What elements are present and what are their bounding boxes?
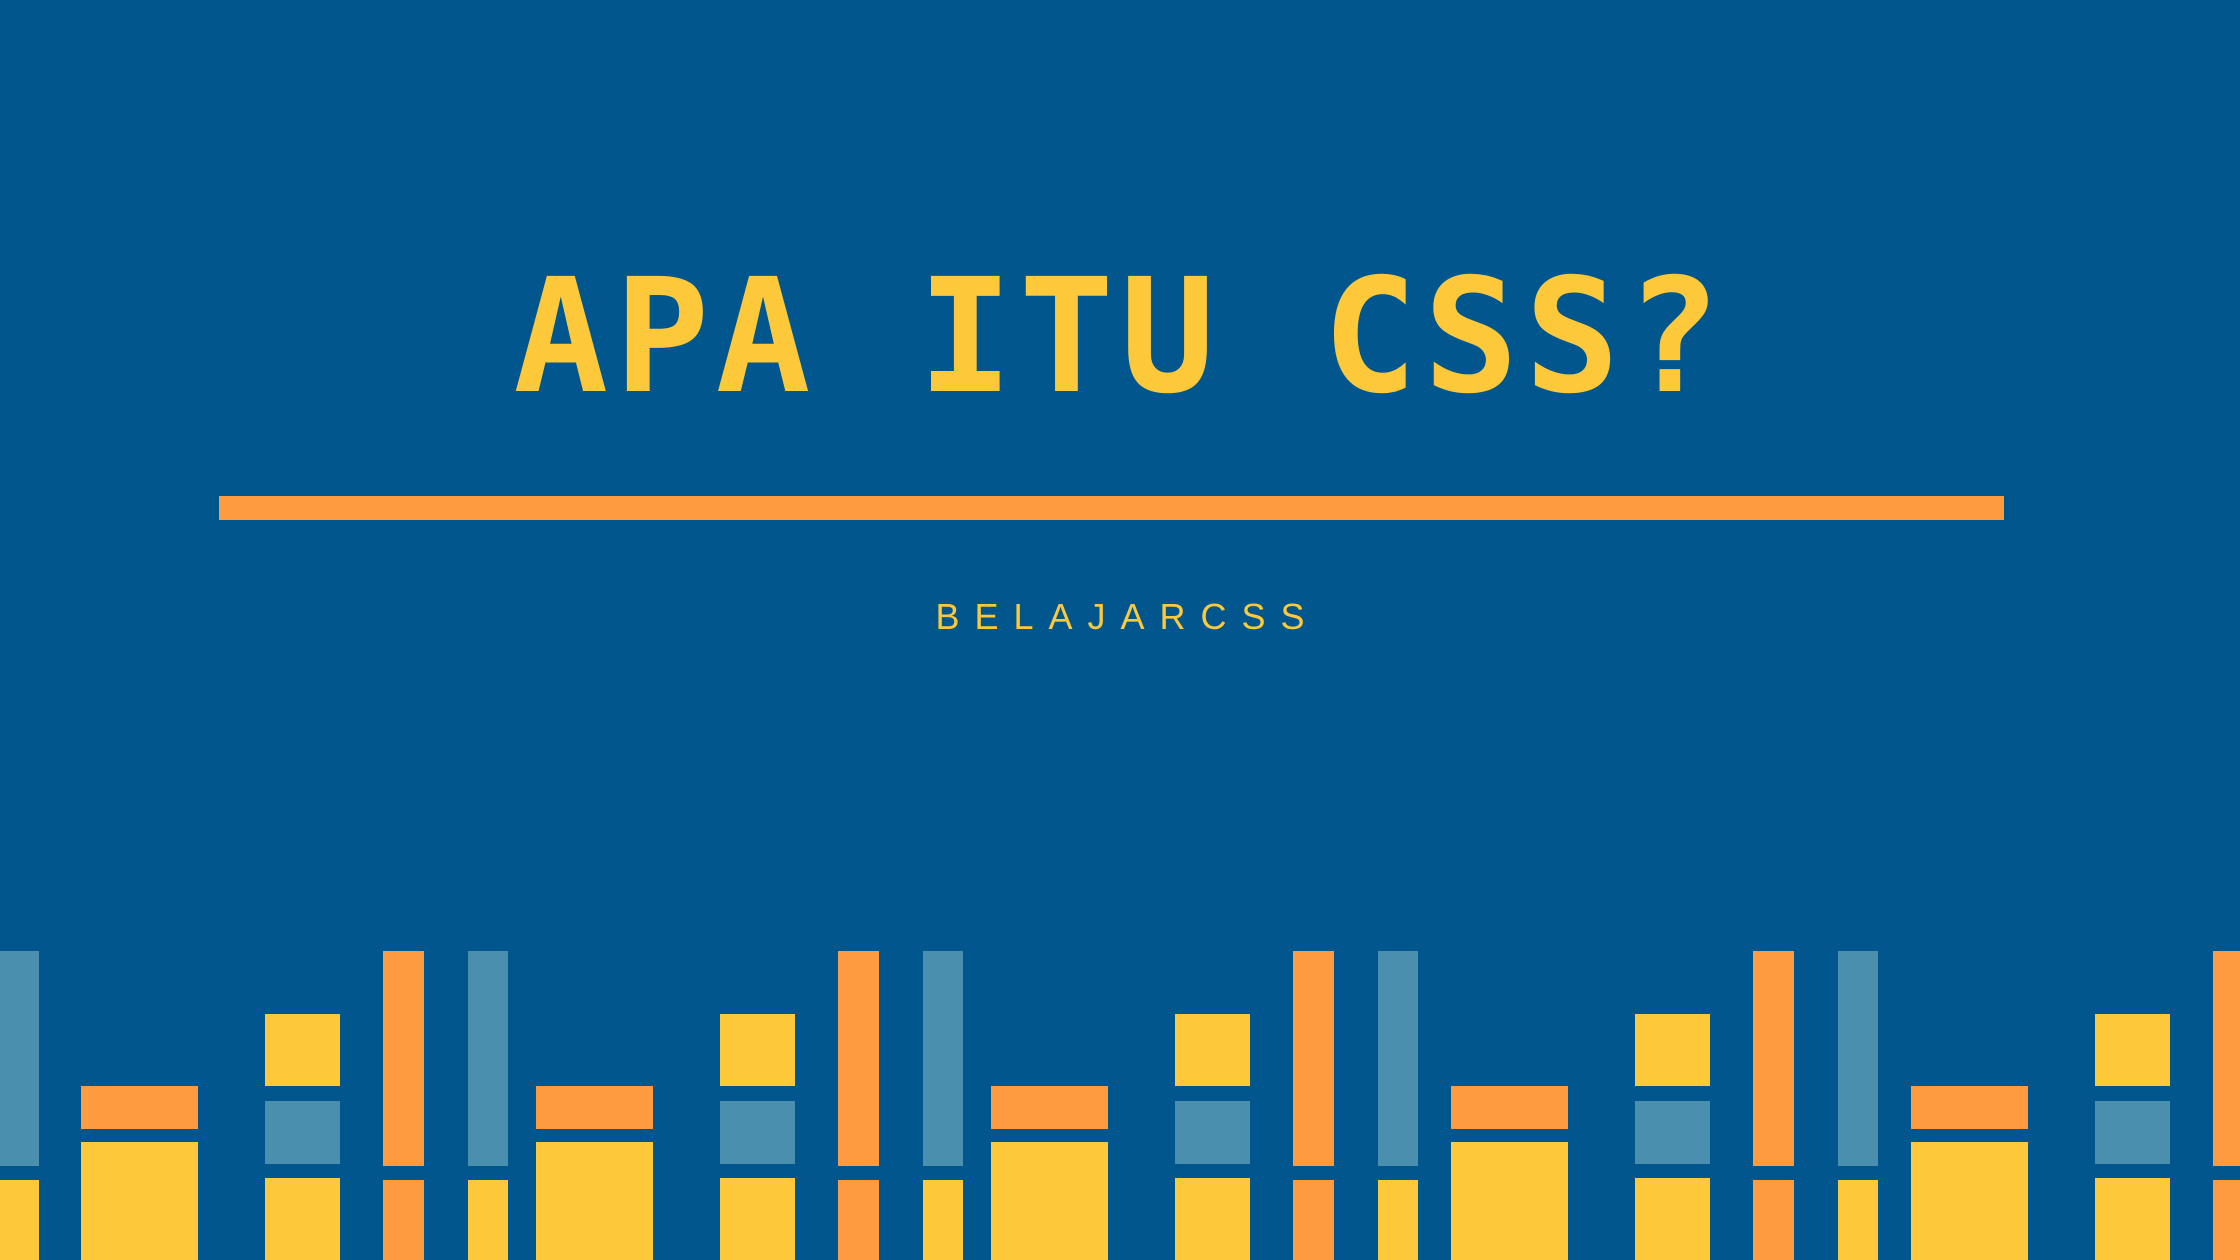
book-yellow-bottom	[265, 1178, 340, 1260]
book-orange-spine	[1293, 951, 1334, 1166]
book-yellow-top	[1635, 1014, 1710, 1086]
book-yellow-spine-base	[1838, 1180, 1878, 1260]
book-orange-spine-base	[1293, 1180, 1334, 1260]
book-orange-spine-base	[1753, 1180, 1794, 1260]
book-yellow-block	[536, 1142, 653, 1260]
book-teal-middle	[2095, 1101, 2170, 1164]
book-teal-middle	[265, 1101, 340, 1164]
book-orange-spine-base	[838, 1180, 879, 1260]
book-orange-spine-base	[2213, 1180, 2240, 1260]
book-yellow-block	[81, 1142, 198, 1260]
book-orange-band	[81, 1086, 198, 1129]
book-teal-spine	[1378, 951, 1418, 1166]
book-yellow-bottom	[1175, 1178, 1250, 1260]
book-yellow-block	[991, 1142, 1108, 1260]
book-yellow-bottom	[2095, 1178, 2170, 1260]
book-yellow-bottom	[720, 1178, 795, 1260]
book-yellow-spine-base	[923, 1180, 963, 1260]
book-orange-band	[1911, 1086, 2028, 1129]
book-teal-spine	[0, 951, 39, 1166]
book-orange-spine-base	[383, 1180, 424, 1260]
book-yellow-top	[2095, 1014, 2170, 1086]
book-yellow-top	[720, 1014, 795, 1086]
book-orange-band	[991, 1086, 1108, 1129]
book-teal-middle	[1175, 1101, 1250, 1164]
book-yellow-spine-base	[0, 1180, 39, 1260]
book-orange-spine	[838, 951, 879, 1166]
book-yellow-block	[1911, 1142, 2028, 1260]
book-teal-middle	[1635, 1101, 1710, 1164]
book-teal-middle	[720, 1101, 795, 1164]
bookshelf-decoration	[0, 951, 2240, 1260]
book-orange-spine	[383, 951, 424, 1166]
book-yellow-block	[1451, 1142, 1568, 1260]
book-orange-band	[536, 1086, 653, 1129]
book-yellow-bottom	[1635, 1178, 1710, 1260]
book-yellow-spine-base	[468, 1180, 508, 1260]
book-orange-band	[1451, 1086, 1568, 1129]
book-yellow-top	[265, 1014, 340, 1086]
book-teal-spine	[1838, 951, 1878, 1166]
book-teal-spine	[468, 951, 508, 1166]
book-teal-spine	[923, 951, 963, 1166]
book-orange-spine	[1753, 951, 1794, 1166]
book-yellow-spine-base	[1378, 1180, 1418, 1260]
book-orange-spine	[2213, 951, 2240, 1166]
book-yellow-top	[1175, 1014, 1250, 1086]
